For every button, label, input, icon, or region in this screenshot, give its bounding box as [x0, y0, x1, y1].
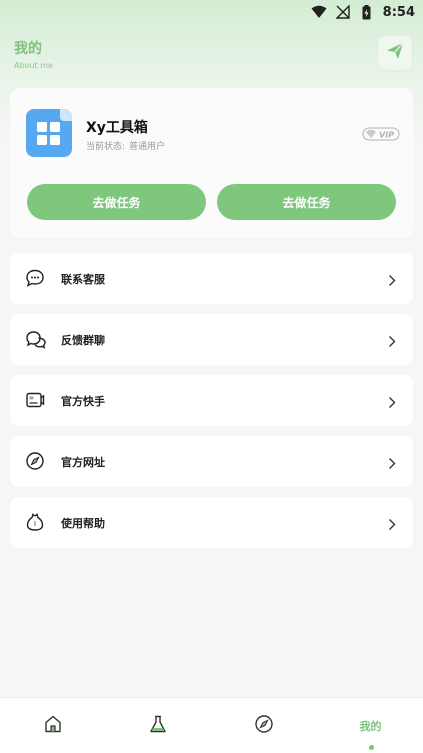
page-header: 我的 About me — [14, 36, 412, 72]
menu-item-customer-service[interactable]: 联系客服 — [10, 253, 413, 304]
status-time: 8:54 — [382, 4, 415, 20]
status-label: 当前状态: — [86, 142, 126, 152]
signal-off-icon — [335, 4, 351, 20]
do-task-button[interactable]: 去做任务 — [27, 184, 206, 220]
chat-bubble-icon — [25, 268, 45, 288]
do-task-button-2[interactable]: 去做任务 — [217, 184, 396, 220]
menu-item-official-website[interactable]: 官方网址 — [10, 436, 413, 487]
status-bar: 8:54 — [0, 0, 423, 24]
chevron-right-icon — [388, 394, 396, 408]
flask-icon — [148, 714, 168, 738]
menu-label: 官方网址 — [61, 455, 105, 469]
chevron-right-icon — [388, 272, 396, 286]
send-button[interactable] — [378, 36, 412, 70]
tab-home[interactable] — [0, 698, 105, 753]
app-logo — [26, 109, 72, 157]
menu-item-official-kuaishou[interactable]: 官方快手 — [10, 375, 413, 426]
page-subtitle: About me — [14, 61, 53, 70]
tab-lab[interactable] — [105, 698, 210, 753]
menu-label: 联系客服 — [61, 272, 105, 286]
menu-label: 反馈群聊 — [61, 333, 105, 347]
vip-badge: VIP — [362, 126, 400, 141]
wifi-icon — [311, 4, 327, 20]
bottom-nav: 我的 — [0, 697, 423, 753]
page-title: 我的 — [14, 41, 42, 57]
menu-item-feedback-group[interactable]: 反馈群聊 — [10, 314, 413, 365]
battery-charging-icon — [359, 4, 375, 20]
user-status: 当前状态: 普通用户 — [86, 139, 165, 152]
group-chat-icon — [25, 329, 46, 349]
compass-icon — [254, 714, 274, 738]
video-card-icon — [25, 390, 45, 410]
app-name: Xy工具箱 — [86, 120, 148, 136]
chevron-right-icon — [388, 455, 396, 469]
help-bag-icon — [25, 512, 45, 532]
tab-discover[interactable] — [211, 698, 316, 753]
tab-me-label: 我的 — [359, 720, 382, 733]
vip-label: VIP — [379, 131, 394, 140]
home-icon — [43, 714, 63, 738]
status-value: 普通用户 — [129, 142, 166, 152]
menu-label: 官方快手 — [61, 394, 105, 408]
active-indicator-dot — [368, 745, 374, 750]
compass-icon — [25, 451, 45, 471]
menu-label: 使用帮助 — [61, 516, 105, 530]
chevron-right-icon — [388, 516, 396, 530]
profile-card: Xy工具箱 当前状态: 普通用户 VIP 去做任务 去做任务 — [10, 88, 413, 238]
send-icon — [385, 41, 405, 65]
tab-me[interactable]: 我的 — [318, 698, 423, 753]
menu-item-help[interactable]: 使用帮助 — [10, 497, 413, 548]
chevron-right-icon — [388, 333, 396, 347]
